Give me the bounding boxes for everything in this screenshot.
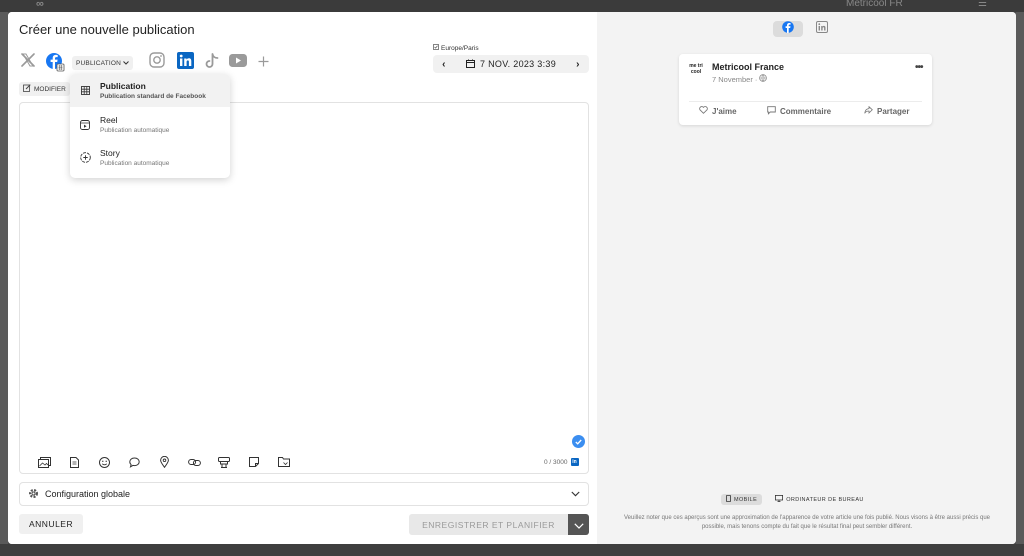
menu-item-label: Publication: [100, 81, 146, 91]
divider: [689, 101, 922, 102]
calendar-icon: [465, 59, 475, 70]
date-picker: ‹ 7 NOV. 2023 3:39 ›: [433, 55, 589, 73]
youtube-icon[interactable]: [228, 53, 247, 68]
check-circle-icon: [572, 435, 585, 448]
media-icon[interactable]: [29, 455, 59, 469]
share-icon: [864, 105, 873, 116]
comment-action: Commentaire: [767, 106, 831, 117]
config-label: Configuration globale: [45, 489, 131, 499]
reel-icon: [70, 119, 100, 130]
plus-icon[interactable]: [256, 54, 270, 68]
date-text: 7 NOV. 2023 3:39: [479, 59, 557, 69]
post-date: 7 November ·: [712, 74, 768, 84]
counter-text: 0 / 3000: [544, 458, 568, 466]
tab-linkedin-preview[interactable]: [807, 21, 837, 37]
share-action: Partager: [864, 105, 910, 116]
background-left: [0, 12, 8, 544]
grid-icon: [70, 86, 100, 95]
editor-panel: Créer une nouvelle publication PUBLICATI…: [8, 12, 597, 544]
menu-item-story[interactable]: Story Publication automatique: [70, 141, 230, 174]
menu-item-description: Publication automatique: [100, 160, 170, 167]
infinity-logo-icon: ∞: [36, 0, 44, 10]
menu-item-description: Publication standard de Facebook: [100, 93, 206, 100]
story-icon: [70, 152, 100, 163]
modify-label: MODIFIER: [34, 85, 66, 93]
timezone-label: Europe/Paris: [441, 44, 479, 52]
publication-type-menu: Publication Publication standard de Face…: [70, 74, 230, 178]
facebook-icon: [782, 20, 794, 38]
tab-facebook-preview[interactable]: [773, 21, 803, 37]
publication-type-label: PUBLICATION: [76, 59, 122, 67]
linkedin-icon[interactable]: [177, 52, 194, 69]
location-icon[interactable]: [149, 455, 179, 469]
facebook-post-preview: me tri cool Metricool France 7 November …: [679, 54, 932, 125]
chevron-down-icon: [573, 516, 584, 534]
chevron-left-icon[interactable]: ‹: [433, 59, 455, 70]
edit-icon: [23, 84, 31, 94]
character-counter: 0 / 3000 in: [544, 458, 579, 466]
linkedin-mini-icon: in: [570, 458, 579, 466]
menu-item-label: Reel: [100, 115, 118, 125]
hamburger-icon[interactable]: ☰: [978, 0, 987, 9]
background-topbar: ∞ Metricool FR ☰: [0, 0, 1024, 12]
note-icon[interactable]: [239, 455, 269, 469]
x-twitter-icon[interactable]: [20, 52, 36, 68]
desktop-icon: [775, 495, 784, 504]
globe-icon: [759, 74, 768, 84]
timezone-icon: [433, 44, 439, 52]
menu-item-label: Story: [100, 148, 120, 158]
like-label: J'aime: [712, 106, 737, 116]
save-options-button[interactable]: [568, 514, 589, 535]
view-desktop-button[interactable]: ORDINATEUR DE BUREAU: [770, 494, 869, 505]
comment-icon[interactable]: [119, 455, 149, 469]
menu-item-reel[interactable]: Reel Publication automatique: [70, 108, 230, 141]
preview-network-tabs: [773, 21, 837, 37]
tiktok-icon[interactable]: [204, 52, 220, 69]
avatar: me tri cool: [689, 63, 703, 75]
background-bottom: [0, 544, 1024, 556]
create-post-modal: Créer une nouvelle publication PUBLICATI…: [8, 12, 1016, 544]
mobile-icon: [726, 495, 731, 504]
link-icon[interactable]: [179, 455, 209, 469]
view-desktop-label: ORDINATEUR DE BUREAU: [786, 496, 864, 503]
save-schedule-button[interactable]: ENREGISTRER ET PLANIFIER: [409, 514, 568, 535]
menu-item-publication[interactable]: Publication Publication standard de Face…: [70, 74, 230, 107]
instagram-icon[interactable]: [149, 52, 165, 68]
publication-type-dropdown[interactable]: PUBLICATION: [72, 56, 134, 70]
date-display[interactable]: 7 NOV. 2023 3:39: [455, 59, 567, 70]
document-icon[interactable]: [59, 455, 89, 469]
brand-switcher[interactable]: Metricool FR: [846, 0, 903, 9]
post-date-text: 7 November ·: [712, 74, 758, 84]
linkedin-icon: [816, 20, 828, 38]
chevron-right-icon[interactable]: ›: [567, 59, 589, 70]
editor-toolbar: [29, 455, 299, 469]
menu-item-description: Publication automatique: [100, 127, 170, 134]
folder-icon[interactable]: [269, 455, 299, 469]
account-name: Metricool France: [712, 62, 785, 72]
timezone-selector[interactable]: Europe/Paris: [433, 44, 479, 52]
view-mobile-button[interactable]: MOBILE: [721, 494, 763, 505]
facebook-icon[interactable]: [45, 52, 65, 72]
cancel-button[interactable]: ANNULER: [19, 514, 84, 534]
background-right: [1016, 12, 1024, 544]
preview-disclaimer: Veuillez noter que ces aperçus sont une …: [623, 515, 991, 530]
page-title: Créer une nouvelle publication: [19, 22, 195, 37]
chevron-down-icon: [123, 60, 129, 67]
heart-icon: [699, 106, 708, 116]
chevron-down-icon: [571, 489, 580, 499]
view-mobile-label: MOBILE: [734, 496, 758, 503]
gear-icon: [28, 488, 39, 501]
comment-icon: [767, 106, 776, 117]
more-options-icon[interactable]: •••: [915, 62, 923, 73]
hashtag-icon[interactable]: [209, 455, 239, 469]
preview-view-toggle: MOBILE ORDINATEUR DE BUREAU: [721, 494, 869, 505]
emoji-icon[interactable]: [89, 455, 119, 469]
modify-button[interactable]: MODIFIER: [19, 82, 70, 96]
comment-label: Commentaire: [780, 107, 832, 116]
global-config-accordion[interactable]: Configuration globale: [19, 482, 589, 506]
share-label: Partager: [877, 106, 910, 116]
preview-panel: me tri cool Metricool France 7 November …: [597, 12, 1016, 544]
like-action: J'aime: [699, 106, 737, 116]
